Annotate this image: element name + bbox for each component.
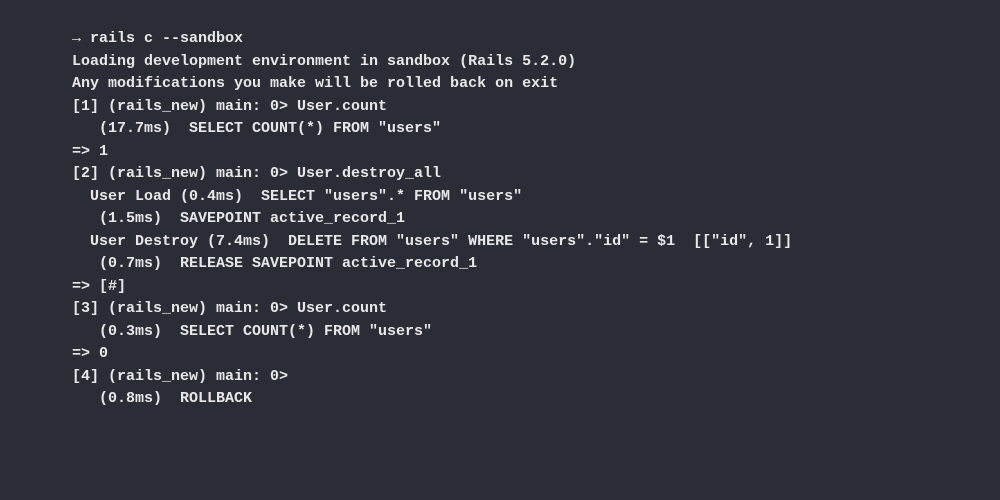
terminal-line: User Load (0.4ms) SELECT "users".* FROM … [72,186,1000,209]
terminal-line: → rails c --sandbox [72,28,1000,51]
terminal-line: => 1 [72,141,1000,164]
terminal-line: (1.5ms) SAVEPOINT active_record_1 [72,208,1000,231]
terminal-line: => 0 [72,343,1000,366]
terminal-line: User Destroy (7.4ms) DELETE FROM "users"… [72,231,1000,254]
terminal-line: [3] (rails_new) main: 0> User.count [72,298,1000,321]
terminal-line: [1] (rails_new) main: 0> User.count [72,96,1000,119]
terminal-line: Any modifications you make will be rolle… [72,73,1000,96]
terminal-line: (0.8ms) ROLLBACK [72,388,1000,411]
terminal-line: => [#] [72,276,1000,299]
terminal-line: [2] (rails_new) main: 0> User.destroy_al… [72,163,1000,186]
terminal-line: (0.7ms) RELEASE SAVEPOINT active_record_… [72,253,1000,276]
terminal-line: (17.7ms) SELECT COUNT(*) FROM "users" [72,118,1000,141]
terminal-line: Loading development environment in sandb… [72,51,1000,74]
terminal-output[interactable]: → rails c --sandboxLoading development e… [72,28,1000,411]
terminal-line: (0.3ms) SELECT COUNT(*) FROM "users" [72,321,1000,344]
terminal-line: [4] (rails_new) main: 0> [72,366,1000,389]
